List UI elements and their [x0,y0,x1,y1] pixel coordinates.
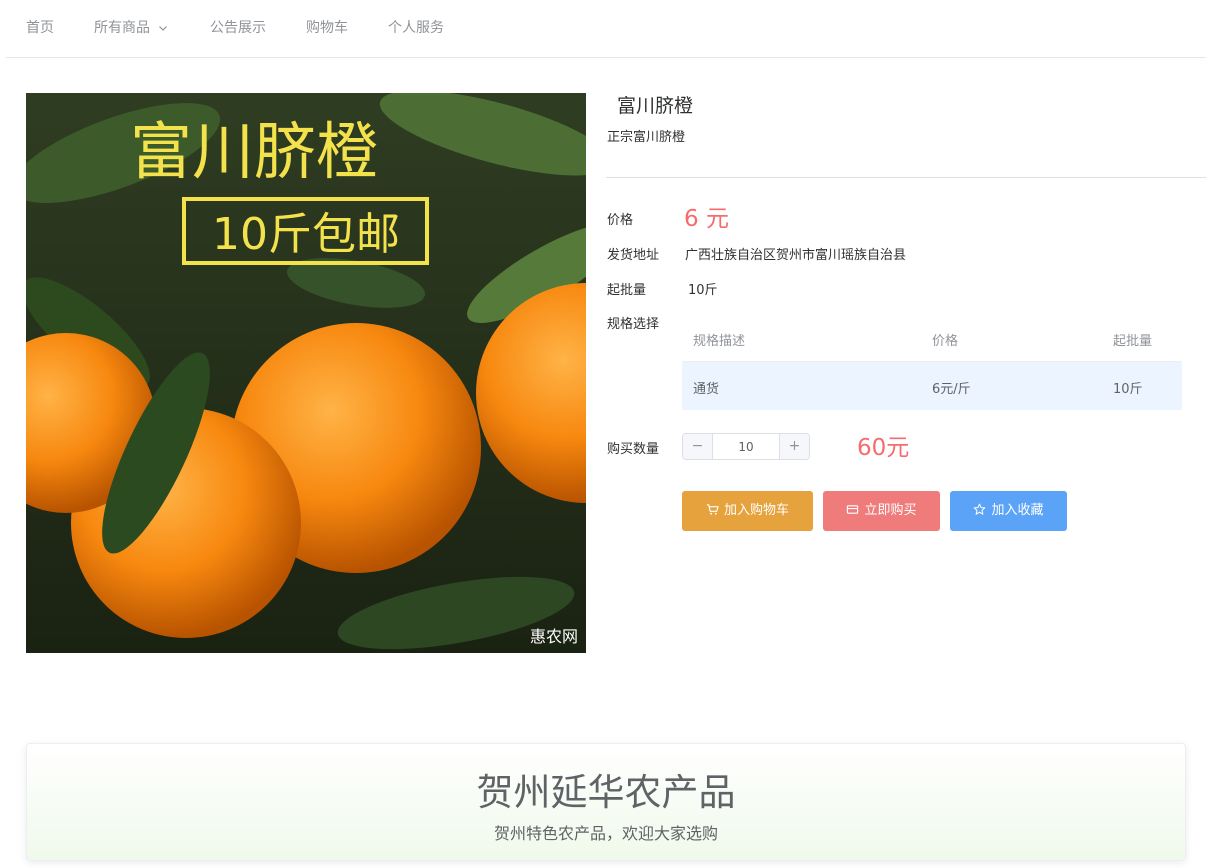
quantity-stepper: − + [682,433,810,460]
star-icon [974,503,986,515]
footer-subtitle: 贺州特色农产品，欢迎大家选购 [493,824,718,843]
nav-item-announcements[interactable]: 公告展示 [210,0,266,56]
min-batch-value: 10斤 [688,283,718,298]
address-label: 发货地址 [607,248,660,263]
address-value: 广西壮族自治区贺州市富川瑶族自治县 [685,248,907,263]
nav-item-cart[interactable]: 购物车 [306,0,348,56]
quantity-input[interactable] [713,434,779,459]
total-price: 60元 [857,435,910,461]
add-to-favorites-label: 加入收藏 [991,503,1044,518]
add-to-favorites-button[interactable]: 加入收藏 [950,491,1067,531]
buy-now-button[interactable]: 立即购买 [823,491,940,531]
spec-label: 规格选择 [607,317,660,332]
spec-header-desc: 规格描述 [693,334,746,349]
nav-item-home[interactable]: 首页 [26,0,54,56]
add-to-cart-button[interactable]: 加入购物车 [682,491,813,531]
product-photo: 富川脐橙 10斤包邮 惠农网 [26,93,586,653]
price-value: 6 元 [684,206,729,232]
quantity-increase-button[interactable]: + [779,434,809,459]
add-to-cart-label: 加入购物车 [723,503,789,518]
footer-title: 贺州延华农产品 [476,771,736,814]
product-image: 富川脐橙 10斤包邮 惠农网 [26,93,586,653]
top-nav: 首页 所有商品 公告展示 购物车 个人服务 [6,0,1206,58]
quantity-decrease-button[interactable]: − [683,434,713,459]
spec-row[interactable]: 通货 6元/斤 10斤 [682,362,1182,410]
chevron-down-icon [159,26,167,31]
spec-table: 规格描述 价格 起批量 通货 6元/斤 10斤 [682,314,1182,410]
spec-header-min-batch: 起批量 [1113,334,1153,349]
image-watermark: 惠农网 [530,627,578,646]
nav-item-personal-service[interactable]: 个人服务 [388,0,444,56]
min-batch-label: 起批量 [607,283,647,298]
footer-banner: 贺州延华农产品 贺州特色农产品，欢迎大家选购 [26,743,1186,861]
divider [606,177,1206,178]
image-title-text: 富川脐橙 [130,115,378,188]
spec-cell-min-batch: 10斤 [1113,382,1143,397]
nav-item-all-products[interactable]: 所有商品 [94,0,168,56]
product-subtitle: 正宗富川脐橙 [607,130,686,145]
price-label: 价格 [607,213,634,228]
nav-item-label: 所有商品 [94,20,150,36]
quantity-label: 购买数量 [607,442,660,457]
cart-icon [706,504,719,515]
spec-cell-desc: 通货 [693,382,720,397]
spec-header-price: 价格 [932,334,959,349]
spec-cell-price: 6元/斤 [932,382,971,397]
buy-now-label: 立即购买 [864,503,917,518]
product-title: 富川脐橙 [617,95,694,117]
spec-table-header: 规格描述 价格 起批量 [682,314,1182,362]
credit-card-icon [847,505,859,514]
image-promo-text: 10斤包邮 [212,209,400,260]
